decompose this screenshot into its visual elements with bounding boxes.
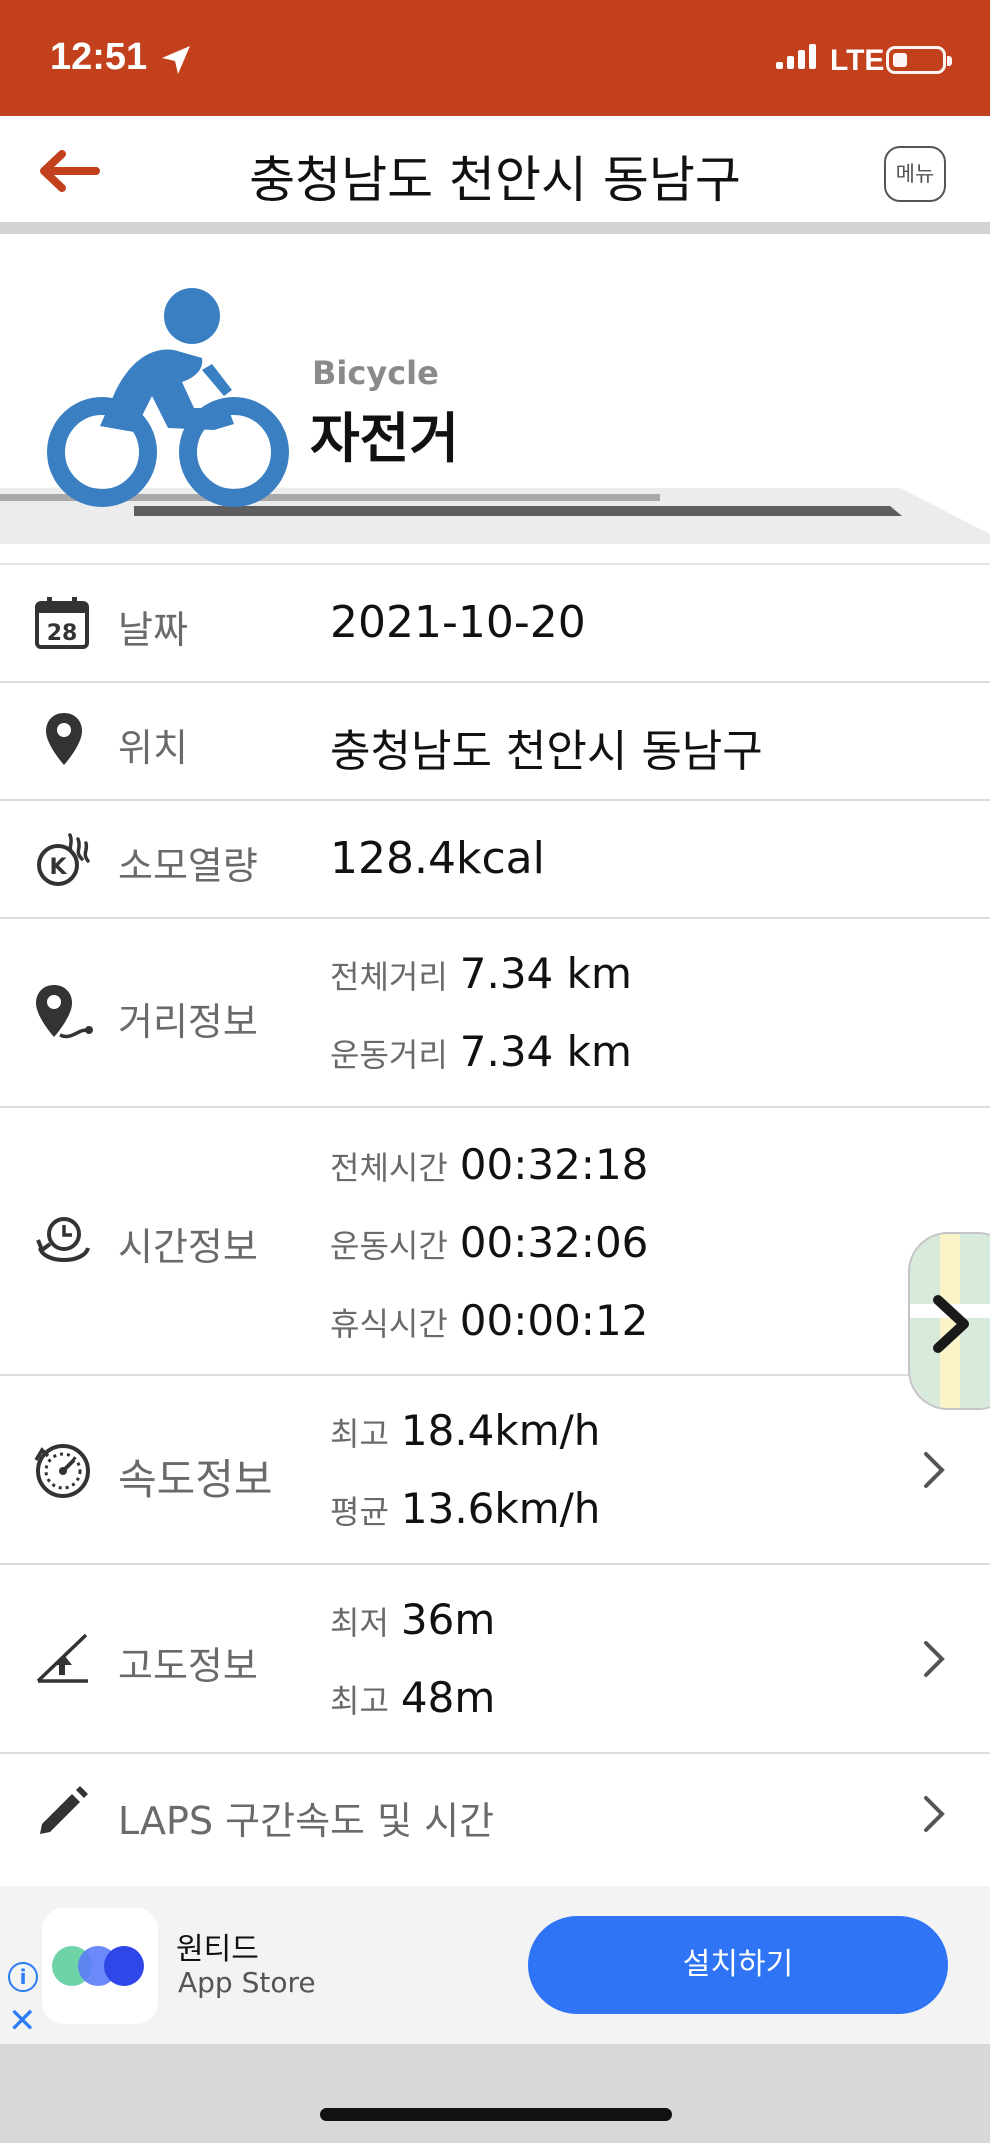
- date-label: 날짜: [118, 608, 188, 652]
- ad-app-name: 원티드: [176, 1932, 259, 1967]
- distance-route-icon: [36, 985, 93, 1039]
- ad-store-name: App Store: [178, 1966, 316, 1999]
- bicycle-rider-icon: [47, 288, 289, 507]
- ad-close-icon[interactable]: ✕: [8, 2004, 37, 2038]
- ad-info-icon[interactable]: i: [8, 1962, 38, 1992]
- status-bar: 12:51 LTE: [0, 0, 990, 116]
- ad-banner: i ✕ 원티드 App Store 설치하기: [0, 1886, 990, 2044]
- activity-type-ko: 자전거: [310, 407, 460, 470]
- location-label: 위치: [118, 726, 188, 770]
- max-speed: 최고 18.4km/h: [330, 1406, 600, 1455]
- avg-speed-label: 평균: [330, 1493, 389, 1531]
- page-title: 충청남도 천안시 동남구: [249, 151, 741, 209]
- detail-list: 28 날짜 2021-10-20 위치 충청남도 천안시 동남구 K 소모열량 …: [0, 563, 990, 1872]
- chevron-right-icon[interactable]: [922, 1794, 948, 1834]
- calendar-icon-day: 28: [47, 621, 78, 646]
- row-distance: 거리정보 전체거리 7.34 km 운동거리 7.34 km: [0, 919, 990, 1108]
- exercise-time-value: 00:32:06: [459, 1218, 649, 1267]
- total-distance: 전체거리 7.34 km: [330, 949, 632, 998]
- time-label: 시간정보: [118, 1225, 258, 1269]
- exercise-time-label: 운동시간: [330, 1227, 448, 1265]
- chevron-right-icon[interactable]: [922, 1450, 948, 1490]
- altitude-icon: [36, 1633, 88, 1683]
- speedometer-icon: [34, 1444, 90, 1498]
- total-time-value: 00:32:18: [459, 1140, 649, 1189]
- location-arrow-icon: [162, 46, 190, 74]
- clock-time-icon: [36, 1217, 90, 1262]
- exercise-distance: 운동거리 7.34 km: [330, 1027, 632, 1076]
- chevron-right-icon: [933, 1295, 969, 1353]
- location-value: 충청남도 천안시 동남구: [330, 726, 763, 777]
- row-location: 위치 충청남도 천안시 동남구: [0, 683, 990, 801]
- app-logo-circles: [52, 1946, 144, 1986]
- date-value: 2021-10-20: [330, 597, 586, 648]
- calendar-icon: 28: [35, 597, 89, 649]
- row-date: 28 날짜 2021-10-20: [0, 565, 990, 683]
- exercise-time: 운동시간 00:32:06: [330, 1218, 648, 1267]
- rest-time-value: 00:00:12: [459, 1296, 649, 1345]
- activity-type-en: Bicycle: [312, 354, 439, 392]
- exercise-distance-value: 7.34 km: [459, 1027, 632, 1076]
- avg-speed-value: 13.6km/h: [400, 1484, 601, 1533]
- avg-speed: 평균 13.6km/h: [330, 1484, 600, 1533]
- map-thumbnail-button[interactable]: [908, 1232, 990, 1410]
- max-altitude: 최고 48m: [330, 1673, 495, 1722]
- total-time-label: 전체시간: [330, 1149, 448, 1187]
- menu-button[interactable]: 메뉴: [884, 146, 946, 202]
- row-calories: K 소모열량 128.4kcal: [0, 801, 990, 919]
- calories-value: 128.4kcal: [330, 833, 545, 884]
- network-type: LTE: [830, 44, 885, 77]
- activity-hero: Bicycle 자전거: [0, 234, 990, 544]
- chevron-right-icon[interactable]: [922, 1639, 948, 1679]
- max-altitude-value: 48m: [400, 1673, 496, 1722]
- max-altitude-label: 최고: [330, 1682, 389, 1720]
- navigation-bar: 충청남도 천안시 동남구 메뉴: [0, 116, 990, 222]
- install-button[interactable]: 설치하기: [528, 1916, 948, 2014]
- bottom-safe-area: [0, 2044, 990, 2143]
- max-speed-value: 18.4km/h: [400, 1406, 601, 1455]
- min-altitude: 최저 36m: [330, 1595, 495, 1644]
- speed-label: 속도정보: [118, 1455, 273, 1504]
- min-altitude-value: 36m: [400, 1595, 496, 1644]
- signal-strength-icon: [776, 44, 816, 69]
- distance-label: 거리정보: [118, 1000, 258, 1044]
- row-speed[interactable]: 속도정보 최고 18.4km/h 평균 13.6km/h: [0, 1376, 990, 1565]
- nav-divider: [0, 222, 990, 234]
- map-pin-icon: [46, 713, 82, 765]
- rest-time: 휴식시간 00:00:12: [330, 1296, 648, 1345]
- svg-text:K: K: [49, 855, 67, 880]
- max-speed-label: 최고: [330, 1415, 389, 1453]
- min-altitude-label: 최저: [330, 1604, 389, 1642]
- total-time: 전체시간 00:32:18: [330, 1140, 648, 1189]
- pencil-icon: [40, 1786, 88, 1834]
- app-logo: [42, 1908, 158, 2024]
- row-time: 시간정보 전체시간 00:32:18 운동시간 00:32:06 휴식시간 00:00…: [0, 1108, 990, 1376]
- calories-label: 소모열량: [118, 844, 258, 888]
- home-indicator[interactable]: [320, 2108, 672, 2121]
- laps-label: LAPS 구간속도 및 시간: [118, 1799, 495, 1843]
- battery-icon: [886, 46, 952, 74]
- total-distance-label: 전체거리: [330, 958, 448, 996]
- status-time: 12:51: [50, 36, 148, 78]
- row-altitude[interactable]: 고도정보 최저 36m 최고 48m: [0, 1565, 990, 1754]
- exercise-distance-label: 운동거리: [330, 1036, 448, 1074]
- row-laps[interactable]: LAPS 구간속도 및 시간: [0, 1754, 990, 1872]
- rest-time-label: 휴식시간: [330, 1305, 448, 1343]
- altitude-label: 고도정보: [118, 1644, 258, 1688]
- calorie-burn-icon: K: [37, 833, 90, 886]
- total-distance-value: 7.34 km: [459, 949, 632, 998]
